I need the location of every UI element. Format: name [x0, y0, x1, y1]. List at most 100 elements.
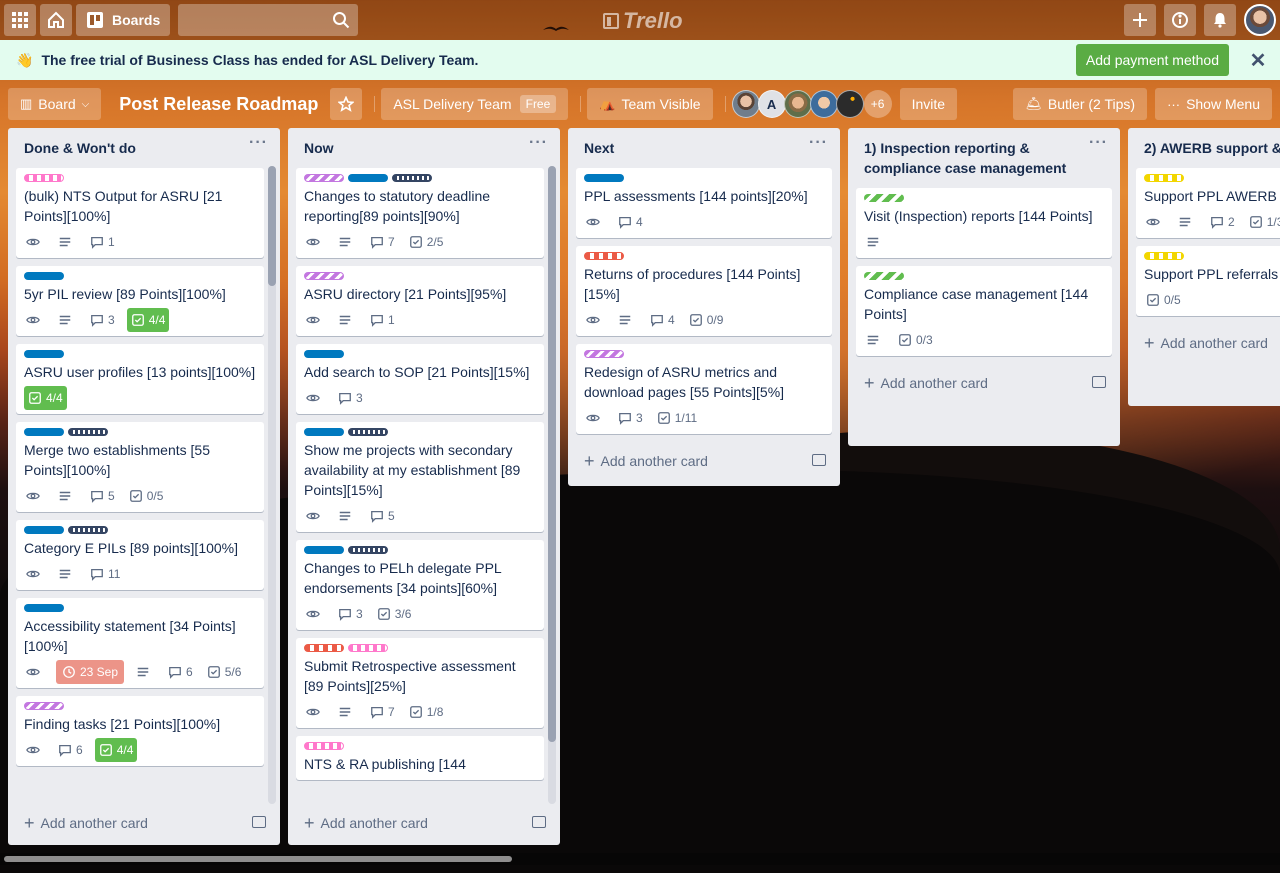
card-labels[interactable] — [1144, 252, 1280, 260]
card[interactable]: ASRU directory [21 Points][95%] 1 — [296, 266, 544, 336]
list[interactable]: Next ··· PPL assessments [144 points][20%]… — [568, 128, 840, 486]
card-template-icon[interactable] — [812, 454, 826, 466]
card[interactable]: Submit Retrospective assessment [89 Poin… — [296, 638, 544, 728]
list-menu-icon[interactable]: ··· — [529, 135, 548, 151]
member-avatar[interactable]: A — [757, 90, 786, 118]
label-black[interactable] — [392, 174, 432, 182]
card-labels[interactable] — [24, 350, 256, 358]
apps-grid-button[interactable] — [4, 4, 36, 36]
member-avatar[interactable] — [809, 90, 838, 118]
add-card-button[interactable]: + Add another card — [848, 364, 1120, 402]
card-labels[interactable] — [1144, 174, 1280, 182]
add-card-button[interactable]: + Add another card — [8, 804, 280, 842]
card[interactable]: Returns of procedures [144 Points][15%] 4… — [576, 246, 832, 336]
label-black[interactable] — [68, 428, 108, 436]
board-view-switcher[interactable]: ▥ Board ⌵ — [8, 88, 102, 120]
label-yellow[interactable] — [1144, 174, 1184, 182]
card-labels[interactable] — [304, 174, 536, 182]
label-blue[interactable] — [348, 174, 388, 182]
add-card-button[interactable]: + Add another card — [288, 804, 560, 842]
card[interactable]: Changes to statutory deadline reporting[… — [296, 168, 544, 258]
card-labels[interactable] — [304, 742, 536, 750]
add-payment-method-button[interactable]: Add payment method — [1075, 44, 1229, 76]
card-template-icon[interactable] — [1092, 376, 1106, 388]
card[interactable]: Show me projects with secondary availabi… — [296, 422, 544, 532]
butler-button[interactable]: 🛎 Butler (2 Tips) — [1013, 88, 1148, 120]
label-yellow[interactable] — [1144, 252, 1184, 260]
label-blue[interactable] — [24, 526, 64, 534]
list-title[interactable]: Next — [584, 140, 614, 156]
list-title[interactable]: Done & Won't do — [24, 140, 136, 156]
label-purple[interactable] — [304, 174, 344, 182]
card-template-icon[interactable] — [532, 816, 546, 828]
card[interactable]: (bulk) NTS Output for ASRU [21 Points][1… — [16, 168, 264, 258]
label-purple[interactable] — [584, 350, 624, 358]
team-button[interactable]: ASL Delivery Team Free — [381, 88, 569, 120]
card[interactable]: Visit (Inspection) reports [144 Points] — [856, 188, 1112, 258]
label-red[interactable] — [304, 644, 344, 652]
list[interactable]: 1) Inspection reporting & compliance cas… — [848, 128, 1120, 446]
label-red[interactable] — [584, 252, 624, 260]
card-labels[interactable] — [24, 272, 256, 280]
card-labels[interactable] — [304, 644, 536, 652]
horizontal-scrollbar[interactable] — [0, 853, 1280, 865]
list-header[interactable]: 2) AWERB support & referrals··· — [1128, 128, 1280, 168]
card[interactable]: Accessibility statement [34 Points][100%… — [16, 598, 264, 688]
member-avatar[interactable] — [835, 90, 864, 118]
label-blue[interactable] — [584, 174, 624, 182]
show-menu-button[interactable]: ··· Show Menu — [1155, 88, 1272, 120]
card[interactable]: Add search to SOP [21 Points][15%] 3 — [296, 344, 544, 414]
card-labels[interactable] — [584, 174, 824, 182]
card-labels[interactable] — [24, 174, 256, 182]
label-green[interactable] — [864, 272, 904, 280]
invite-button[interactable]: Invite — [899, 88, 958, 120]
card-labels[interactable] — [864, 272, 1104, 280]
label-pink[interactable] — [304, 742, 344, 750]
more-members-button[interactable]: +6 — [863, 90, 892, 118]
visibility-button[interactable]: ⛺ Team Visible — [587, 88, 713, 120]
list-scrollbar[interactable] — [268, 166, 276, 804]
list-scrollbar-thumb[interactable] — [268, 166, 276, 286]
card[interactable]: ASRU user profiles [13 points][100%] 4/4 — [16, 344, 264, 414]
card-template-icon[interactable] — [252, 816, 266, 828]
home-button[interactable] — [40, 4, 72, 36]
list-menu-icon[interactable]: ··· — [1089, 135, 1108, 151]
card-labels[interactable] — [24, 702, 256, 710]
board-title[interactable]: Post Release Roadmap — [119, 94, 318, 115]
label-blue[interactable] — [304, 546, 344, 554]
card[interactable]: Redesign of ASRU metrics and download pa… — [576, 344, 832, 434]
label-pink[interactable] — [348, 644, 388, 652]
label-black[interactable] — [348, 428, 388, 436]
list-header[interactable]: Now ··· — [288, 128, 560, 168]
label-black[interactable] — [68, 526, 108, 534]
add-card-button[interactable]: + Add another card — [568, 442, 840, 480]
card[interactable]: Finding tasks [21 Points][100%] 6 4/4 — [16, 696, 264, 766]
card[interactable]: Support PPL referrals 0/5 — [1136, 246, 1280, 316]
card[interactable]: 5yr PIL review [89 Points][100%] 3 4/4 — [16, 266, 264, 336]
card-labels[interactable] — [24, 526, 256, 534]
card[interactable]: Category E PILs [89 points][100%] 11 — [16, 520, 264, 590]
list-menu-icon[interactable]: ··· — [809, 135, 828, 151]
label-purple[interactable] — [24, 702, 64, 710]
boards-button[interactable]: Boards — [76, 4, 171, 36]
card[interactable]: Changes to PELh delegate PPL endorsement… — [296, 540, 544, 630]
card-labels[interactable] — [24, 604, 256, 612]
list[interactable]: Now ··· Changes to statutory deadline repo… — [288, 128, 560, 845]
notifications-button[interactable] — [1204, 4, 1236, 36]
list-scrollbar[interactable] — [548, 166, 556, 804]
card[interactable]: Support PPL AWERB [144 Points][5%] 2 1/3 — [1136, 168, 1280, 238]
user-avatar[interactable] — [1244, 4, 1276, 36]
card-labels[interactable] — [304, 350, 536, 358]
member-avatar[interactable] — [731, 90, 760, 118]
list-header[interactable]: 1) Inspection reporting & compliance cas… — [848, 128, 1120, 188]
trello-logo[interactable]: Trello — [603, 8, 683, 34]
list-header[interactable]: Done & Won't do ··· — [8, 128, 280, 168]
list[interactable]: Done & Won't do ··· (bulk) NTS Output for … — [8, 128, 280, 845]
card-labels[interactable] — [24, 428, 256, 436]
label-black[interactable] — [348, 546, 388, 554]
label-blue[interactable] — [24, 272, 64, 280]
label-green[interactable] — [864, 194, 904, 202]
label-purple[interactable] — [304, 272, 344, 280]
list-title[interactable]: 1) Inspection reporting & compliance cas… — [864, 140, 1066, 176]
label-pink[interactable] — [24, 174, 64, 182]
